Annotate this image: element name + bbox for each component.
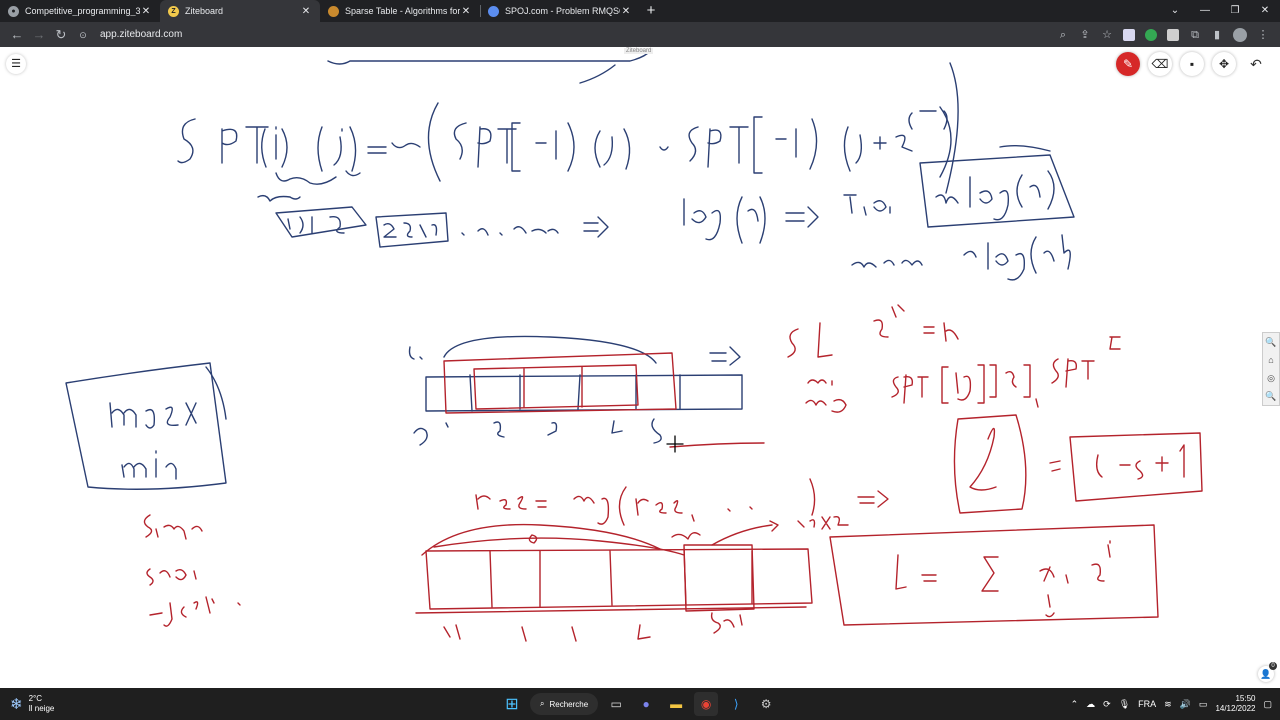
extension-icon[interactable] — [1145, 28, 1157, 41]
sync-icon[interactable]: ⟳ — [1103, 699, 1111, 710]
ziteboard-favicon-icon: Z — [168, 5, 179, 17]
zoom-in-icon[interactable]: 🔍 — [1263, 333, 1279, 351]
tab-search-icon[interactable]: ⌄ — [1160, 0, 1190, 22]
back-arrow-icon[interactable]: ← — [6, 24, 28, 46]
task-view-icon[interactable]: ▭ — [604, 692, 628, 716]
tab-close-icon[interactable]: ✕ — [460, 6, 472, 17]
window-controls: ⌄ — ❐ ✕ — [1160, 0, 1280, 22]
tab-spoj[interactable]: SPOJ.com - Problem RMQSQ ✕ — [480, 0, 640, 22]
toolbar-actions: ⌕ ⇪ ☆ ⧉ ▮ ⋮ — [1052, 24, 1274, 46]
tab-title: Sparse Table - Algorithms for Co — [345, 6, 460, 16]
profile-avatar[interactable] — [1233, 27, 1247, 42]
address-bar[interactable]: app.ziteboard.com — [100, 29, 182, 40]
tab-title: Competitive_programming_3.pdf — [25, 6, 140, 16]
minimize-icon[interactable]: — — [1190, 0, 1220, 22]
tab-close-icon[interactable]: ✕ — [140, 6, 152, 17]
pdf-favicon-icon: ● — [8, 5, 19, 17]
share-icon[interactable]: ⇪ — [1074, 24, 1096, 46]
reload-icon[interactable]: ↻ — [50, 24, 72, 46]
vscode-icon[interactable]: ⟩ — [724, 692, 748, 716]
search-icon: ⌕ — [540, 699, 545, 708]
fit-view-icon[interactable]: ◎ — [1263, 369, 1279, 387]
pen-tool-icon[interactable]: ✎ — [1116, 52, 1140, 76]
whiteboard-canvas[interactable]: Ziteboard ☰ ✎ ⌫ ▪ ✥ ↶ 🔍 ⌂ ◎ 🔍 👤 0 — [0, 47, 1280, 688]
more-menu-icon[interactable]: ⋮ — [1252, 24, 1274, 46]
tab-close-icon[interactable]: ✕ — [620, 6, 632, 17]
eraser-tool-icon[interactable]: ⌫ — [1148, 52, 1172, 76]
menu-icon[interactable]: ☰ — [6, 54, 26, 74]
zoom-out-icon[interactable]: 🔍 — [1263, 387, 1279, 405]
side-panel-icon[interactable]: ▮ — [1206, 24, 1228, 46]
forward-arrow-icon[interactable]: → — [28, 24, 50, 46]
restore-icon[interactable]: ❐ — [1220, 0, 1250, 22]
home-icon[interactable]: ⌂ — [1263, 351, 1279, 369]
weather-description: Il neige — [28, 704, 55, 713]
drawing-toolbar: ✎ ⌫ ▪ ✥ ↶ — [1116, 52, 1268, 76]
search-icon[interactable]: ⌕ — [1052, 24, 1074, 46]
windows-taskbar: ❄ 2°C Il neige ⊞ ⌕ Recherche ▭ ● ▬ ◉ ⟩ ⚙… — [0, 688, 1280, 720]
chrome-icon[interactable]: ◉ — [694, 692, 719, 716]
settings-gear-icon[interactable]: ⚙ — [754, 692, 778, 716]
window-close-icon[interactable]: ✕ — [1250, 0, 1280, 22]
clock-time: 15:50 — [1235, 694, 1256, 703]
algorithms-favicon-icon — [328, 5, 339, 17]
red-ink-strokes — [143, 304, 1203, 642]
cloud-icon[interactable]: ☁ — [1086, 699, 1095, 710]
participants-button[interactable]: 👤 0 — [1258, 662, 1277, 682]
handwritten-ink — [65, 50, 1203, 642]
notification-icon[interactable]: ▢ — [1263, 699, 1272, 710]
participants-count: 0 — [1269, 662, 1277, 670]
bookmark-star-icon[interactable]: ☆ — [1096, 24, 1118, 46]
sticky-note-tool-icon[interactable]: ▪ — [1180, 52, 1204, 76]
undo-icon[interactable]: ↶ — [1244, 52, 1268, 76]
tab-sparse-table[interactable]: Sparse Table - Algorithms for Co ✕ — [320, 0, 480, 22]
browser-tab-strip: ● Competitive_programming_3.pdf ✕ Z Zite… — [0, 0, 1280, 22]
new-tab-button[interactable]: + — [640, 0, 662, 22]
spoj-favicon-icon — [488, 5, 499, 17]
extension-icon[interactable] — [1123, 28, 1135, 41]
board-title-label: Ziteboard — [624, 48, 654, 54]
crosshair-cursor-icon — [666, 435, 684, 453]
file-explorer-icon[interactable]: ▬ — [664, 692, 688, 716]
wifi-icon[interactable]: ≋ — [1164, 699, 1172, 710]
clock[interactable]: 15:50 14/12/2022 — [1215, 694, 1255, 714]
windows-start-icon[interactable]: ⊞ — [500, 692, 524, 716]
chevron-up-icon[interactable]: ⌃ — [1071, 699, 1079, 710]
user-icon: 👤 — [1260, 669, 1272, 679]
taskbar-apps: ⊞ ⌕ Recherche ▭ ● ▬ ◉ ⟩ ⚙ — [500, 692, 778, 716]
snow-weather-icon: ❄ — [10, 696, 23, 713]
extension-icon[interactable] — [1167, 28, 1179, 41]
tab-competitive-programming[interactable]: ● Competitive_programming_3.pdf ✕ — [0, 0, 160, 22]
tab-ziteboard[interactable]: Z Ziteboard ✕ — [160, 0, 320, 22]
site-info-icon[interactable]: ⊙ — [72, 24, 94, 46]
tab-close-icon[interactable]: ✕ — [300, 6, 312, 17]
move-tool-icon[interactable]: ✥ — [1212, 52, 1236, 76]
microphone-icon[interactable]: 🎙 — [1119, 699, 1130, 710]
system-tray: ⌃ ☁ ⟳ 🎙 FRA ≋ 🔊 ▭ 15:50 14/12/2022 ▢ — [1071, 688, 1272, 720]
teams-chat-icon[interactable]: ● — [634, 692, 658, 716]
battery-icon[interactable]: ▭ — [1199, 699, 1208, 710]
tab-title: SPOJ.com - Problem RMQSQ — [505, 6, 620, 16]
search-label: Recherche — [549, 699, 589, 709]
weather-widget[interactable]: ❄ 2°C Il neige — [10, 694, 54, 714]
weather-temperature: 2°C — [28, 694, 43, 703]
language-indicator[interactable]: FRA — [1138, 699, 1156, 709]
zoom-controls: 🔍 ⌂ ◎ 🔍 — [1262, 332, 1280, 406]
tab-title: Ziteboard — [185, 6, 224, 16]
extensions-puzzle-icon[interactable]: ⧉ — [1184, 24, 1206, 46]
clock-date: 14/12/2022 — [1215, 704, 1256, 713]
browser-toolbar: ← → ↻ ⊙ app.ziteboard.com ⌕ ⇪ ☆ ⧉ ▮ ⋮ — [0, 22, 1280, 47]
volume-icon[interactable]: 🔊 — [1180, 699, 1191, 710]
blue-ink-strokes — [65, 50, 1075, 490]
taskbar-search[interactable]: ⌕ Recherche — [530, 693, 599, 715]
